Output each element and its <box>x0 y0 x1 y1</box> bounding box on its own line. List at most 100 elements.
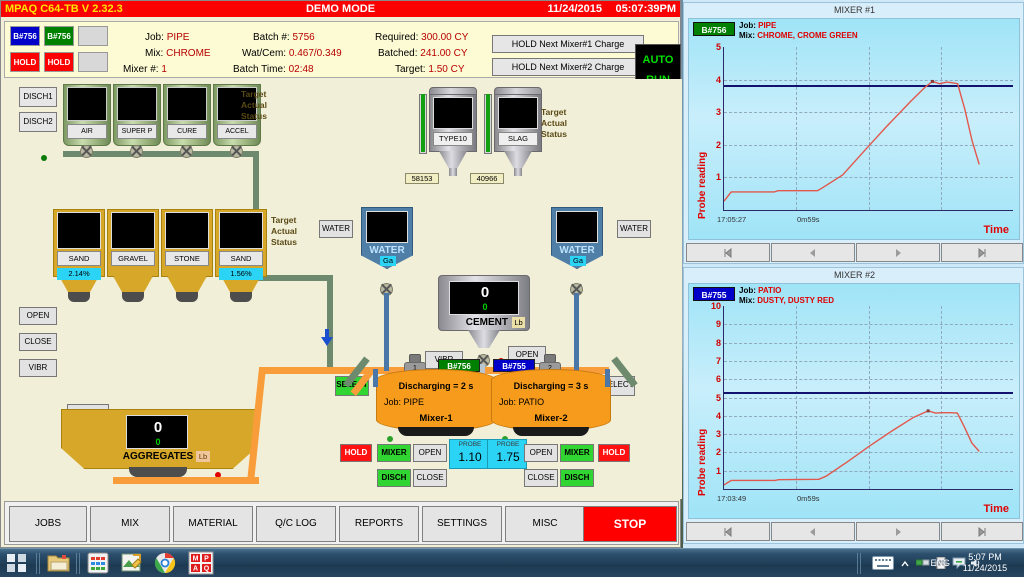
aggregates-weight-target: 0 <box>153 419 163 436</box>
aggregates-scale[interactable]: 0 0 AGGREGATES Lb <box>61 409 256 477</box>
batched-field: Batched: 241.00 CY <box>378 48 468 59</box>
stop-button[interactable]: STOP <box>583 506 677 542</box>
water-left-button[interactable]: WATER <box>319 220 353 238</box>
target-field: Target: 1.50 CY <box>395 64 465 75</box>
water-cement-field: Wat/Cem: 0.467/0.349 <box>242 48 342 59</box>
badge-empty-2[interactable] <box>78 52 108 72</box>
water-cement-label: Wat/Cem: <box>242 48 287 59</box>
taskbar-separator-2 <box>76 553 81 574</box>
mixer1-chart-badge: B#756 <box>693 22 735 36</box>
mixer2-nav-prev-button[interactable] <box>771 522 855 541</box>
disch2-button[interactable]: DISCH2 <box>19 112 57 132</box>
cement-scale[interactable]: 0 0 CEMENT Lb <box>438 275 530 357</box>
aggregates-vibr-button[interactable]: VIBR <box>19 359 57 377</box>
badge-hold-1[interactable]: HOLD <box>10 52 40 72</box>
powder-silo-air[interactable]: AIR <box>63 84 111 154</box>
mixer1-hold-button[interactable]: HOLD <box>340 444 372 462</box>
nav-misc-button[interactable]: MISC <box>505 506 585 542</box>
mixer-base <box>398 427 474 436</box>
nav-qclog-button[interactable]: Q/C LOG <box>256 506 336 542</box>
valve-icon-accel[interactable] <box>230 145 243 158</box>
language-indicator[interactable]: ENG <box>930 558 950 568</box>
cement-silo-type10[interactable]: TYPE10 <box>425 87 481 179</box>
explorer-icon[interactable] <box>46 552 80 575</box>
badge-empty-1[interactable] <box>78 26 108 46</box>
mixer1-nav-last-button[interactable] <box>941 243 1023 262</box>
mixer-base <box>513 427 589 436</box>
keyboard-icon[interactable] <box>872 556 894 575</box>
valve-icon-superp[interactable] <box>130 145 143 158</box>
nav-mix-button[interactable]: MIX <box>90 506 170 542</box>
bin-gate-sand-1[interactable] <box>68 292 90 302</box>
aggregate-bin-sand-1[interactable]: SAND 2.14% <box>53 209 105 297</box>
badge-batch-green[interactable]: B#756 <box>44 26 74 46</box>
aggregate-bin-sand-2[interactable]: SAND 1.56% <box>215 209 267 297</box>
network-icon[interactable] <box>915 556 930 574</box>
mixer1-close-button[interactable]: CLOSE <box>413 469 447 487</box>
badge-batch-blue[interactable]: B#756 <box>10 26 40 46</box>
water-tank-right[interactable]: WATER Ga <box>551 207 603 289</box>
bin-gate-stone[interactable] <box>176 292 198 302</box>
nav-settings-button[interactable]: SETTINGS <box>422 506 502 542</box>
mixer1-nav-first-button[interactable] <box>686 243 770 262</box>
taskbar-clock[interactable]: 5:07 PM 11/24/2015 <box>954 552 1016 574</box>
actual-label: Actual <box>241 100 267 110</box>
mixer1-water-pipe <box>373 369 378 387</box>
mixer2-xtick-start: 17:03:49 <box>717 494 747 503</box>
mixer1-open-button[interactable]: OPEN <box>413 444 447 462</box>
mixer1-disch-button[interactable]: DISCH <box>377 469 411 487</box>
bin-gate-sand-2[interactable] <box>230 292 252 302</box>
mixer-1[interactable]: Discharging = 2 s Job: PIPE Mixer-1 <box>376 369 496 437</box>
chevron-up-icon[interactable] <box>900 556 910 574</box>
nav-material-button[interactable]: MATERIAL <box>173 506 253 542</box>
svg-text:A: A <box>193 566 198 573</box>
powder-silo-cure[interactable]: CURE <box>163 84 211 154</box>
scale-display: 0 0 <box>449 281 519 315</box>
mpaq-icon[interactable]: MP AQ <box>188 551 222 575</box>
plant-diagram: DISCH1 DISCH2 AIR SUPER P CURE ACCEL Tar… <box>1 79 682 547</box>
cement-silo-slag[interactable]: SLAG <box>490 87 546 179</box>
windows-taskbar: MP AQ ENG 5:07 PM 11/24/2015 <box>0 548 1024 577</box>
bin-gate-gravel[interactable] <box>122 292 144 302</box>
water-right-button[interactable]: WATER <box>617 220 651 238</box>
mixer2-hold-button[interactable]: HOLD <box>598 444 630 462</box>
start-button[interactable] <box>6 553 32 574</box>
valve-icon-air[interactable] <box>80 145 93 158</box>
job-label: Job: <box>145 32 164 43</box>
mixer1-plot-area: 5 4 3 2 1 <box>716 42 1013 211</box>
mixer1-nav-next-button[interactable] <box>856 243 940 262</box>
hold-next-mixer2-charge-button[interactable]: HOLD Next Mixer#2 Charge <box>492 58 644 76</box>
powder-silo-superp[interactable]: SUPER P <box>113 84 161 154</box>
aggregate-bin-gravel[interactable]: GRAVEL <box>107 209 159 297</box>
water-right-downpipe <box>574 293 579 371</box>
chrome-icon[interactable] <box>154 552 188 575</box>
disch1-button[interactable]: DISCH1 <box>19 87 57 107</box>
aggregates-close-button[interactable]: CLOSE <box>19 333 57 351</box>
mixer1-mixer-button[interactable]: MIXER <box>377 444 411 462</box>
mix-key: Mix: <box>739 31 755 40</box>
badge-hold-2[interactable]: HOLD <box>44 52 74 72</box>
svg-text:P: P <box>204 556 209 563</box>
target-label: Target <box>241 89 267 99</box>
mixer2-mixer-button[interactable]: MIXER <box>560 444 594 462</box>
calculator-icon[interactable] <box>86 552 120 575</box>
aggregates-open-button[interactable]: OPEN <box>19 307 57 325</box>
hold-next-mixer1-charge-button[interactable]: HOLD Next Mixer#1 Charge <box>492 35 644 53</box>
nav-reports-button[interactable]: REPORTS <box>339 506 419 542</box>
title-bar: MPAQ C64-TB V 2.32.3 DEMO MODE 11/24/201… <box>1 1 680 17</box>
valve-icon-cure[interactable] <box>180 145 193 158</box>
mixer2-nav-last-button[interactable] <box>941 522 1023 541</box>
mixer2-close-button[interactable]: CLOSE <box>524 469 558 487</box>
water-tank-left[interactable]: WATER Ga <box>361 207 413 289</box>
mixer2-nav-first-button[interactable] <box>686 522 770 541</box>
mixer2-nav-next-button[interactable] <box>856 522 940 541</box>
mixer2-open-button[interactable]: OPEN <box>524 444 558 462</box>
mixer2-disch-button[interactable]: DISCH <box>560 469 594 487</box>
aggregate-bin-stone[interactable]: STONE <box>161 209 213 297</box>
nav-jobs-button[interactable]: JOBS <box>9 506 87 542</box>
mixer1-job: Job: PIPE <box>384 397 425 407</box>
paint-icon[interactable] <box>120 552 154 575</box>
mix-value: CHROME <box>166 48 211 59</box>
mixer-2[interactable]: Discharging = 3 s Job: PATIO Mixer-2 <box>491 369 611 437</box>
mixer1-nav-prev-button[interactable] <box>771 243 855 262</box>
